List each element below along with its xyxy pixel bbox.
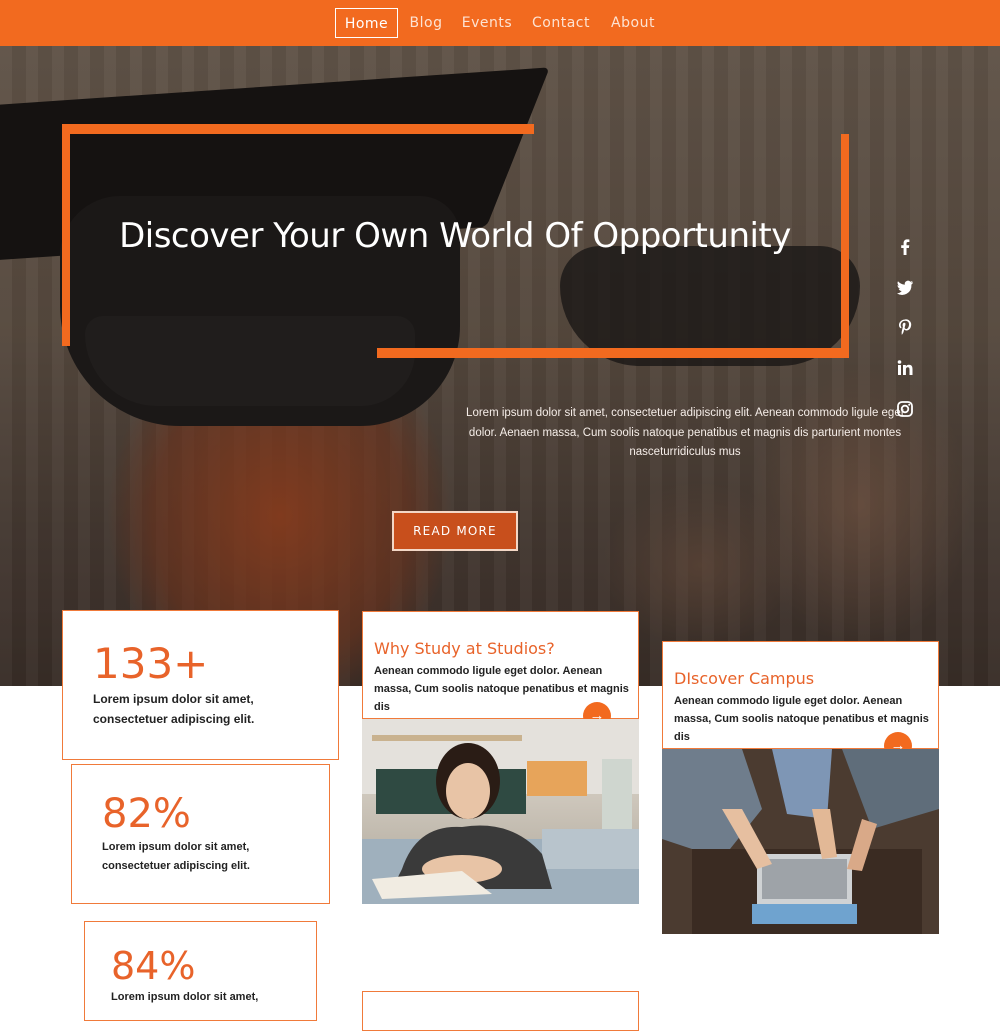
linkedin-icon[interactable] [892,355,918,381]
nav-contact-link[interactable]: Contact [528,8,594,38]
pinterest-icon[interactable] [892,314,918,340]
feature-title: Why Study at Studios? [374,639,555,658]
hero-frame-right [841,134,849,358]
stat-card: 82% Lorem ipsum dolor sit amet, consecte… [71,764,330,904]
instagram-icon[interactable] [892,396,918,422]
hero-frame-bottom [377,348,849,358]
hero-frame-top [62,124,534,134]
hero-title: Discover Your Own World Of Opportunity [119,216,791,256]
partial-card [362,991,639,1031]
stat-text: Lorem ipsum dolor sit amet, consectetuer… [93,692,255,726]
top-navbar: Home Blog Events Contact About [0,0,1000,46]
facebook-icon[interactable] [892,233,918,259]
student-studying-photo [362,719,639,904]
hero-overlay [0,46,1000,686]
hero-description: Lorem ipsum dolor sit amet, consectetuer… [466,407,904,458]
hero-frame-left [62,124,70,346]
stat-value: 82% [102,791,191,837]
nav-home-link[interactable]: Home [335,8,398,38]
stat-text: Lorem ipsum dolor sit amet, consectetuer… [102,841,250,872]
stat-card: 84% Lorem ipsum dolor sit amet, [84,921,317,1021]
stat-text: Lorem ipsum dolor sit amet, [111,991,259,1003]
students-laptop-photo [662,749,939,934]
hero-banner: Discover Your Own World Of Opportunity L… [0,46,1000,686]
nav-events-link[interactable]: Events [458,8,516,38]
nav-blog-link[interactable]: Blog [405,8,447,38]
twitter-icon[interactable] [892,274,918,300]
nav-about-link[interactable]: About [606,8,660,38]
stat-value: 133+ [93,639,209,688]
read-more-button[interactable]: READ MORE [392,511,518,551]
stat-value: 84% [111,944,196,988]
feature-title: DIscover Campus [674,669,815,688]
stat-card: 133+ Lorem ipsum dolor sit amet, consect… [62,610,339,760]
